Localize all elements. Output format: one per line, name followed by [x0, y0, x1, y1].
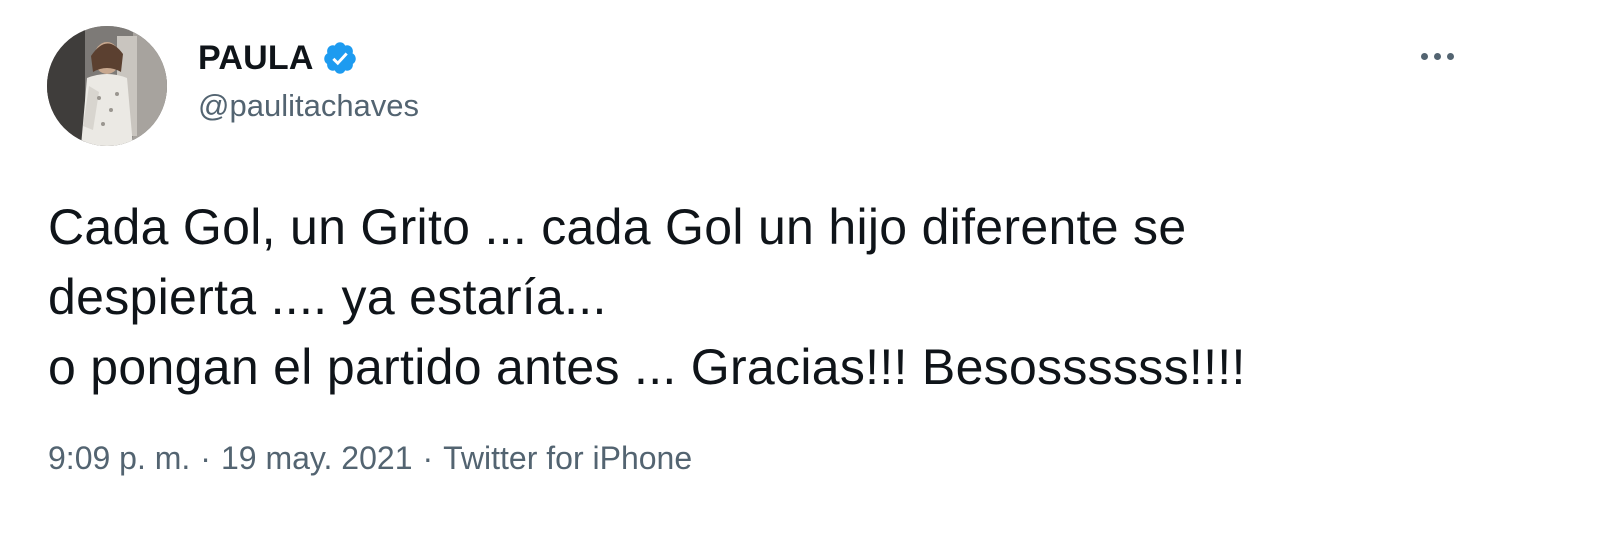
more-horizontal-icon	[1420, 52, 1428, 60]
tweet-text-line: o pongan el partido antes ... Gracias!!!…	[48, 339, 1246, 395]
meta-separator: ·	[200, 440, 211, 476]
verified-badge-icon	[322, 40, 358, 76]
more-options-button[interactable]	[1408, 34, 1466, 78]
user-name-row: PAULA	[198, 36, 358, 80]
avatar[interactable]	[47, 26, 167, 146]
tweet-date[interactable]: 19 may. 2021	[221, 440, 413, 477]
tweet-metadata: 9:09 p. m. · 19 may. 2021 · Twitter for …	[48, 440, 692, 477]
tweet-card: PAULA @paulitachaves Cada Gol, un Grito …	[0, 0, 1600, 538]
meta-separator: ·	[422, 440, 434, 476]
user-handle[interactable]: @paulitachaves	[198, 88, 419, 124]
tweet-text-line: despierta .... ya estaría...	[48, 269, 607, 325]
display-name[interactable]: PAULA	[198, 39, 314, 78]
tweet-time[interactable]: 9:09 p. m.	[48, 440, 190, 477]
tweet-source[interactable]: Twitter for iPhone	[443, 440, 692, 477]
avatar-image	[47, 26, 167, 146]
tweet-text: Cada Gol, un Grito ... cada Gol un hijo …	[48, 192, 1528, 402]
tweet-text-line: Cada Gol, un Grito ... cada Gol un hijo …	[48, 199, 1187, 255]
